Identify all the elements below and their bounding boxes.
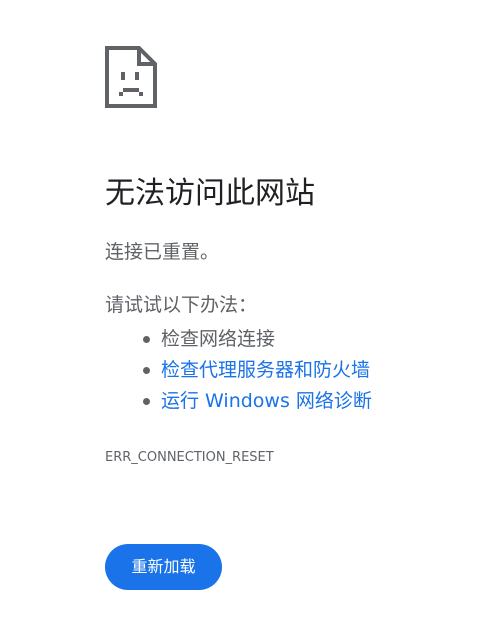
bullet-icon (143, 367, 150, 374)
suggestions-heading: 请试试以下办法： (105, 294, 258, 316)
suggestion-label[interactable]: 检查代理服务器和防火墙 (161, 359, 370, 381)
suggestions-list: 检查网络连接 检查代理服务器和防火墙 运行 Windows 网络诊断 (105, 324, 372, 417)
error-page: 无法访问此网站 连接已重置。 请试试以下办法： 检查网络连接 检查代理服务器和防… (0, 0, 484, 637)
suggestion-label[interactable]: 运行 Windows 网络诊断 (161, 390, 372, 412)
sad-document-icon (105, 46, 157, 108)
reload-button[interactable]: 重新加载 (105, 544, 222, 590)
suggestion-check-proxy-firewall-link[interactable]: 检查代理服务器和防火墙 (105, 355, 372, 386)
bullet-icon (143, 336, 150, 343)
error-code: ERR_CONNECTION_RESET (105, 450, 274, 465)
error-description: 连接已重置。 (105, 241, 220, 263)
bullet-icon (143, 398, 150, 405)
suggestion-run-windows-diagnostics-link[interactable]: 运行 Windows 网络诊断 (105, 386, 372, 417)
suggestion-label: 检查网络连接 (161, 328, 276, 350)
page-title: 无法访问此网站 (105, 176, 315, 211)
suggestion-check-network: 检查网络连接 (105, 324, 372, 355)
